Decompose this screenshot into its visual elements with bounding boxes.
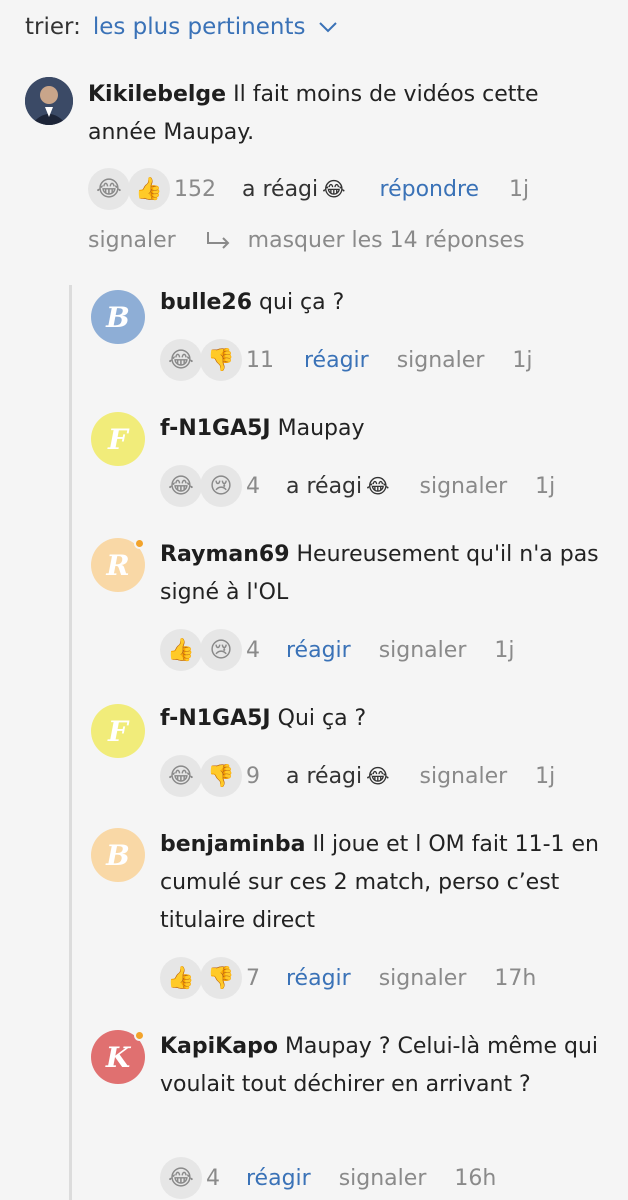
reply-actions: 👍 😢 4 réagir signaler 1j bbox=[160, 628, 514, 672]
sort-bar: trier: les plus pertinents bbox=[25, 14, 339, 40]
report-button[interactable]: signaler bbox=[420, 764, 508, 789]
reaction-count: 152 bbox=[174, 176, 216, 202]
react-button[interactable]: réagir bbox=[286, 966, 351, 991]
report-button[interactable]: signaler bbox=[379, 638, 467, 663]
avatar[interactable]: F bbox=[91, 704, 145, 758]
laugh-reaction-icon[interactable]: 😂 bbox=[160, 339, 202, 381]
reply-actions: 👍 👎 7 réagir signaler 17h bbox=[160, 956, 536, 1000]
react-button[interactable]: réagir bbox=[304, 348, 369, 373]
reply-body: f-N1GA5J Qui ça ? bbox=[160, 700, 600, 738]
reacted-label: a réagi bbox=[242, 176, 319, 202]
thumbs-up-reaction-icon[interactable]: 👍 bbox=[128, 168, 170, 210]
reply-text: Qui ça ? bbox=[277, 706, 367, 731]
report-button[interactable]: signaler bbox=[420, 474, 508, 499]
reacted-status[interactable]: a réagi 😂 bbox=[286, 474, 390, 499]
reply-body: KapiKapo Maupay ? Celui-là même qui voul… bbox=[160, 1028, 600, 1104]
avatar[interactable]: B bbox=[91, 290, 145, 344]
sort-label: trier: bbox=[25, 14, 81, 40]
reply-button[interactable]: répondre bbox=[380, 177, 480, 202]
sort-select[interactable]: les plus pertinents bbox=[93, 14, 306, 40]
reply-time: 1j bbox=[535, 473, 556, 499]
reply-actions: 😂 👎 9 a réagi 😂 signaler 1j bbox=[160, 754, 555, 798]
laugh-reaction-icon[interactable]: 😂 bbox=[160, 465, 202, 507]
avatar[interactable]: R bbox=[91, 538, 145, 592]
reaction-count: 4 bbox=[246, 473, 260, 499]
laugh-icon: 😂 bbox=[366, 764, 390, 788]
reaction-count: 7 bbox=[246, 965, 260, 991]
thumbs-down-reaction-icon[interactable]: 👎 bbox=[200, 339, 242, 381]
thumbs-up-reaction-icon[interactable]: 👍 bbox=[160, 629, 202, 671]
comment-body: Kikilebelge Il fait moins de vidéos cett… bbox=[88, 76, 588, 152]
reacted-status[interactable]: a réagi 😂 bbox=[286, 764, 390, 789]
reaction-count: 4 bbox=[246, 637, 260, 663]
avatar[interactable]: K bbox=[91, 1030, 145, 1084]
thread-line bbox=[69, 285, 72, 1200]
avatar-initial: K bbox=[105, 1040, 131, 1074]
comment-actions: 😂 👍 152 a réagi 😂 répondre 1j bbox=[88, 167, 529, 211]
reply-username[interactable]: benjaminba bbox=[160, 832, 305, 857]
avatar[interactable] bbox=[25, 77, 73, 125]
reply-body: benjaminba Il joue et l OM fait 11-1 en … bbox=[160, 826, 600, 940]
reply-username[interactable]: KapiKapo bbox=[160, 1034, 278, 1059]
avatar-initial: F bbox=[108, 422, 128, 456]
user-photo-icon bbox=[25, 77, 73, 125]
reply-body: Rayman69 Heureusement qu'il n'a pas sign… bbox=[160, 536, 600, 612]
laugh-icon: 😂 bbox=[322, 177, 346, 201]
crying-reaction-icon[interactable]: 😢 bbox=[200, 465, 242, 507]
avatar-initial: F bbox=[108, 714, 128, 748]
chevron-down-icon[interactable] bbox=[317, 16, 339, 38]
online-badge bbox=[134, 538, 145, 549]
reacted-status[interactable]: a réagi 😂 bbox=[242, 177, 346, 202]
reply-actions: 😂 4 réagir signaler 16h bbox=[160, 1156, 496, 1200]
reply-time: 1j bbox=[535, 763, 556, 789]
avatar-initial: B bbox=[106, 300, 130, 334]
reply-username[interactable]: Rayman69 bbox=[160, 542, 290, 567]
reply-time: 1j bbox=[494, 637, 515, 663]
comment-secondary-actions: signaler masquer les 14 réponses bbox=[88, 228, 525, 253]
avatar-initial: R bbox=[106, 548, 130, 582]
reply-time: 17h bbox=[494, 965, 537, 991]
reacted-label: a réagi bbox=[286, 763, 363, 789]
laugh-reaction-icon[interactable]: 😂 bbox=[160, 755, 202, 797]
report-button[interactable]: signaler bbox=[379, 966, 467, 991]
report-button[interactable]: signaler bbox=[397, 348, 485, 373]
hide-replies-button[interactable]: masquer les 14 réponses bbox=[248, 228, 525, 253]
reply-body: bulle26 qui ça ? bbox=[160, 284, 600, 322]
react-button[interactable]: réagir bbox=[246, 1166, 311, 1191]
laugh-reaction-icon[interactable]: 😂 bbox=[88, 168, 130, 210]
report-button[interactable]: signaler bbox=[339, 1166, 427, 1191]
crying-reaction-icon[interactable]: 😢 bbox=[200, 629, 242, 671]
reaction-count: 4 bbox=[206, 1165, 220, 1191]
reply-arrow-icon bbox=[206, 231, 230, 249]
online-badge bbox=[134, 1030, 145, 1041]
thumbs-up-reaction-icon[interactable]: 👍 bbox=[160, 957, 202, 999]
reply-time: 1j bbox=[512, 347, 533, 373]
react-button[interactable]: réagir bbox=[286, 638, 351, 663]
report-button[interactable]: signaler bbox=[88, 228, 176, 253]
laugh-reaction-icon[interactable]: 😂 bbox=[160, 1157, 202, 1199]
thumbs-down-reaction-icon[interactable]: 👎 bbox=[200, 755, 242, 797]
avatar-initial: B bbox=[106, 838, 130, 872]
laugh-icon: 😂 bbox=[366, 474, 390, 498]
reply-username[interactable]: f-N1GA5J bbox=[160, 416, 271, 441]
reply-actions: 😂 👎 11 réagir signaler 1j bbox=[160, 338, 532, 382]
comment-time: 1j bbox=[509, 176, 530, 202]
avatar[interactable]: F bbox=[91, 412, 145, 466]
reacted-label: a réagi bbox=[286, 473, 363, 499]
reply-username[interactable]: f-N1GA5J bbox=[160, 706, 271, 731]
reply-text: Maupay bbox=[277, 416, 365, 441]
thumbs-down-reaction-icon[interactable]: 👎 bbox=[200, 957, 242, 999]
reply-body: f-N1GA5J Maupay bbox=[160, 410, 600, 448]
reaction-count: 9 bbox=[246, 763, 260, 789]
reply-actions: 😂 😢 4 a réagi 😂 signaler 1j bbox=[160, 464, 555, 508]
reply-username[interactable]: bulle26 bbox=[160, 290, 252, 315]
comment-username[interactable]: Kikilebelge bbox=[88, 82, 226, 107]
reaction-count: 11 bbox=[246, 347, 274, 373]
reply-text: qui ça ? bbox=[259, 290, 345, 315]
avatar[interactable]: B bbox=[91, 828, 145, 882]
reply-time: 16h bbox=[454, 1165, 497, 1191]
